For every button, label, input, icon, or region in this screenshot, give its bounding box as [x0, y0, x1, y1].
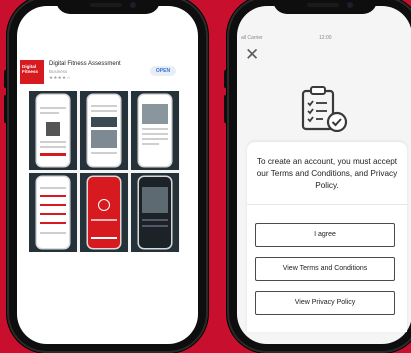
app-screenshot[interactable]: [29, 91, 77, 170]
app-listing-header: Digital Fitness Digital Fitness Assessme…: [20, 60, 180, 86]
consent-message: To create an account, you must accept ou…: [256, 157, 398, 190]
close-icon[interactable]: ✕: [245, 46, 259, 63]
app-screenshot[interactable]: [131, 173, 179, 252]
screenshot-grid: [29, 91, 180, 252]
status-bar: all Carrier 12:00: [241, 35, 406, 41]
divider: [247, 204, 407, 205]
rating-stars: ★★★★☆: [49, 75, 71, 80]
app-screenshot[interactable]: [80, 173, 128, 252]
phone-notch: [272, 0, 377, 14]
status-time: 12:00: [319, 35, 332, 41]
side-button: [224, 70, 227, 88]
app-screenshot[interactable]: [131, 91, 179, 170]
app-name: Digital Fitness Assessment: [49, 61, 121, 67]
view-privacy-button[interactable]: View Privacy Policy: [255, 291, 395, 315]
agree-button[interactable]: I agree: [255, 223, 395, 247]
view-terms-button[interactable]: View Terms and Conditions: [255, 257, 395, 281]
clipboard-check-icon: [297, 86, 351, 137]
app-screenshot[interactable]: [29, 173, 77, 252]
consent-sheet: To create an account, you must accept ou…: [247, 142, 407, 332]
app-category: Business: [49, 69, 68, 74]
app-icon[interactable]: Digital Fitness: [20, 60, 44, 84]
side-button: [4, 70, 7, 88]
side-button: [4, 95, 7, 123]
phone-notch: [55, 0, 160, 14]
open-button[interactable]: OPEN: [150, 66, 176, 76]
side-button: [224, 95, 227, 123]
app-screenshot[interactable]: [80, 91, 128, 170]
status-carrier: all Carrier: [241, 35, 263, 41]
